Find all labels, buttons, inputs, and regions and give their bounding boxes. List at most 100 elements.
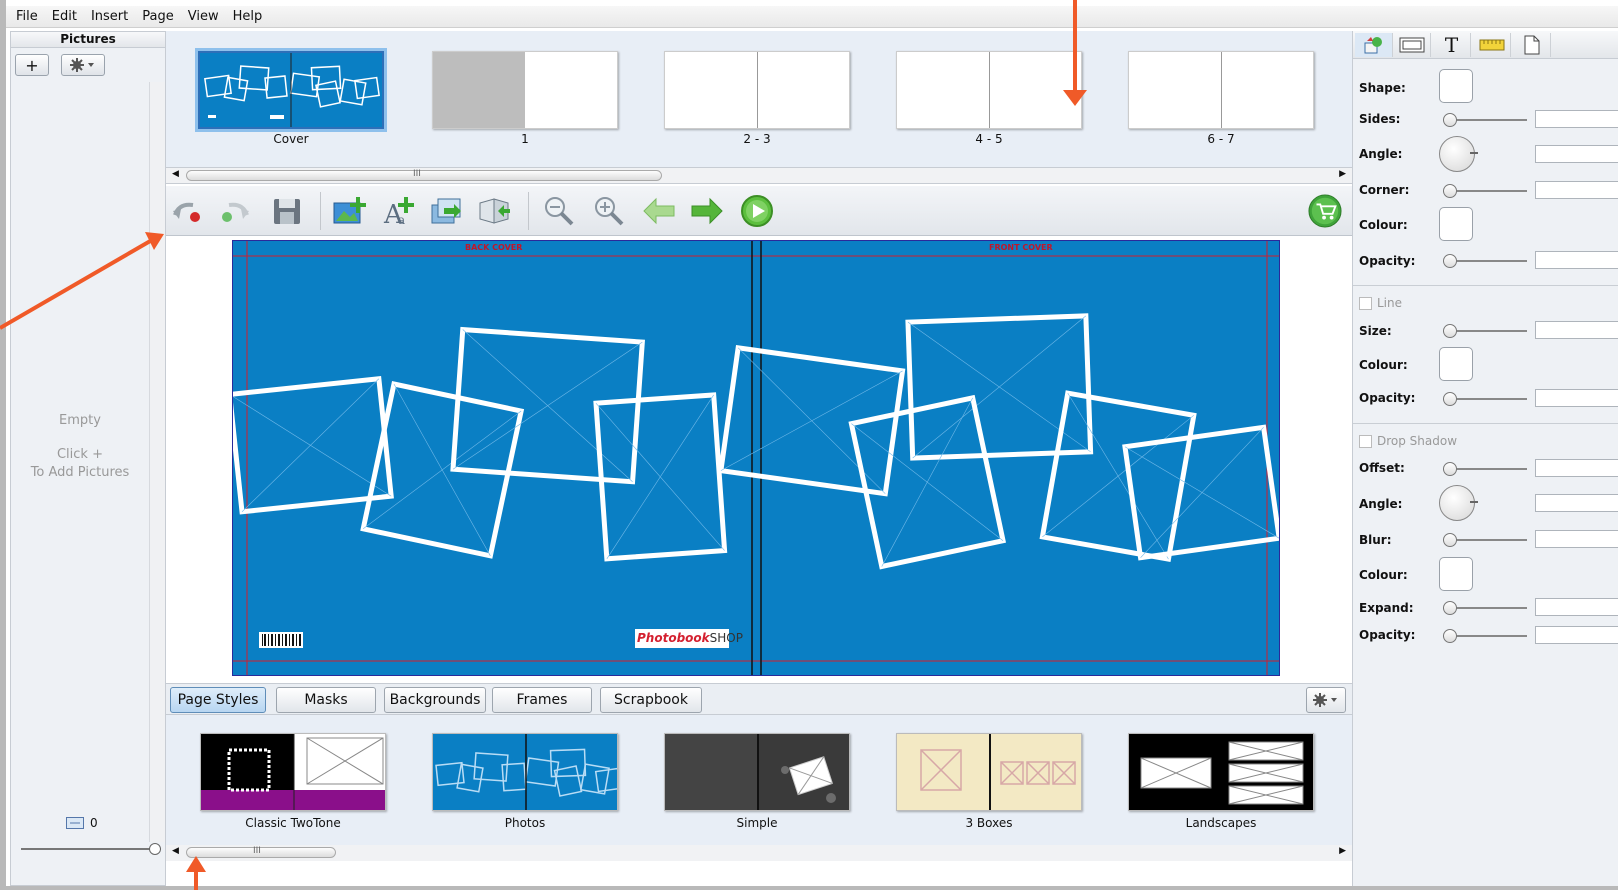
shadow-blur-input[interactable] [1535, 530, 1618, 548]
style-classic-twotone[interactable] [200, 733, 386, 811]
tab-scrapbook[interactable]: Scrapbook [600, 687, 702, 713]
tab-masks[interactable]: Masks [276, 687, 376, 713]
section-divider [1353, 423, 1618, 424]
shape-selector[interactable] [1439, 69, 1473, 103]
shadow-colour-swatch[interactable] [1439, 557, 1473, 591]
line-size-input[interactable] [1535, 321, 1618, 339]
add-text-box-button[interactable]: Aa [382, 194, 416, 228]
drop-shadow-toggle[interactable]: Drop Shadow [1359, 434, 1457, 448]
corner-slider[interactable] [1443, 184, 1527, 198]
scroll-left-icon[interactable]: ◀ [172, 846, 179, 856]
scroll-right-icon[interactable]: ▶ [1339, 846, 1346, 856]
slider-handle[interactable] [1443, 113, 1457, 127]
size-label: Size: [1359, 324, 1392, 338]
line-checkbox[interactable] [1359, 296, 1372, 310]
menu-edit[interactable]: Edit [52, 9, 77, 24]
cover-spread[interactable]: BACK COVER FRONT COVER PhotobookSHOP [232, 240, 1280, 676]
import-button[interactable] [430, 194, 464, 228]
menu-page[interactable]: Page [142, 9, 173, 24]
slider-handle[interactable] [1443, 533, 1457, 547]
add-picture-button[interactable]: + [15, 54, 49, 76]
swap-page-button[interactable] [478, 194, 512, 228]
add-picture-box-button[interactable] [332, 194, 366, 228]
sides-slider[interactable] [1443, 113, 1527, 127]
tab-page-styles[interactable]: Page Styles [170, 687, 266, 713]
shadow-offset-input[interactable] [1535, 459, 1618, 477]
slider-handle[interactable] [1443, 601, 1457, 615]
previous-page-button[interactable] [642, 194, 676, 228]
frame-tool-tab[interactable] [1393, 33, 1431, 57]
opacity-slider[interactable] [1443, 254, 1527, 268]
design-tabs: Page Styles Masks Backgrounds Frames Scr… [166, 683, 1352, 715]
opacity-input[interactable] [1535, 251, 1618, 269]
style-photos[interactable] [432, 733, 618, 811]
page-tool-tab[interactable] [1513, 33, 1551, 57]
page-thumb-cover[interactable] [198, 51, 384, 129]
menu-file[interactable]: File [16, 9, 38, 24]
page-thumb-2-3[interactable] [664, 51, 850, 129]
shadow-expand-slider[interactable] [1443, 601, 1527, 615]
editor-toolbar: Aa [166, 186, 1352, 236]
line-size-slider[interactable] [1443, 324, 1527, 338]
style-landscapes[interactable] [1128, 733, 1314, 811]
slider-handle[interactable] [1443, 392, 1457, 406]
angle-dial[interactable] [1439, 136, 1478, 172]
scroll-thumb[interactable]: III [186, 846, 336, 858]
text-tool-tab[interactable]: T [1433, 33, 1471, 57]
page-thumb-1[interactable] [432, 51, 618, 129]
drop-shadow-checkbox[interactable] [1359, 434, 1372, 448]
shadow-opacity-input[interactable] [1535, 626, 1618, 644]
slider-handle[interactable] [1443, 629, 1457, 643]
save-button[interactable] [270, 194, 304, 228]
thumbnail-size-slider[interactable] [21, 843, 161, 855]
menu-help[interactable]: Help [233, 9, 263, 24]
page-thumb-6-7[interactable] [1128, 51, 1314, 129]
tab-frames[interactable]: Frames [492, 687, 592, 713]
line-section-toggle[interactable]: Line [1359, 296, 1402, 310]
next-page-icon [691, 197, 723, 225]
style-simple[interactable] [664, 733, 850, 811]
slider-handle[interactable] [1443, 184, 1457, 198]
redo-button[interactable] [218, 194, 252, 228]
preview-button[interactable] [740, 194, 774, 228]
pictures-options-button[interactable] [61, 54, 105, 76]
menu-insert[interactable]: Insert [91, 9, 128, 24]
shadow-offset-slider[interactable] [1443, 462, 1527, 476]
line-colour-swatch[interactable] [1439, 347, 1473, 381]
tabs-options-button[interactable] [1306, 687, 1346, 713]
shadow-opacity-slider[interactable] [1443, 629, 1527, 643]
next-page-button[interactable] [690, 194, 724, 228]
slider-handle[interactable] [1443, 462, 1457, 476]
slider-handle[interactable] [149, 843, 161, 855]
shape-tool-tab[interactable] [1355, 33, 1393, 57]
scroll-thumb[interactable]: III [186, 169, 662, 181]
corner-input[interactable] [1535, 181, 1618, 199]
shadow-angle-dial[interactable] [1439, 485, 1478, 521]
zoom-out-button[interactable] [542, 194, 576, 228]
style-3-boxes[interactable] [896, 733, 1082, 811]
zoom-in-button[interactable] [592, 194, 626, 228]
shadow-expand-input[interactable] [1535, 598, 1618, 616]
slider-handle[interactable] [1443, 254, 1457, 268]
menu-view[interactable]: View [188, 9, 219, 24]
ruler-tool-tab[interactable] [1473, 33, 1511, 57]
slider-handle[interactable] [1443, 324, 1457, 338]
tab-backgrounds[interactable]: Backgrounds [384, 687, 486, 713]
fill-colour-swatch[interactable] [1439, 207, 1473, 241]
undo-button[interactable] [170, 194, 204, 228]
line-opacity-slider[interactable] [1443, 392, 1527, 406]
page-thumb-4-5[interactable] [896, 51, 1082, 129]
styles-scrollbar[interactable]: ◀ III ▶ [166, 845, 1352, 861]
thumbnails-scrollbar[interactable]: ◀ III ▶ [166, 168, 1352, 184]
angle-input[interactable] [1535, 145, 1618, 163]
order-cart-button[interactable] [1308, 194, 1342, 228]
colour-label: Colour: [1359, 218, 1408, 232]
pictures-scrollbar[interactable] [149, 82, 165, 842]
logo-brand: Photobook [637, 631, 710, 645]
scroll-right-icon[interactable]: ▶ [1339, 169, 1346, 179]
scroll-left-icon[interactable]: ◀ [172, 169, 179, 179]
line-opacity-input[interactable] [1535, 389, 1618, 407]
shadow-blur-slider[interactable] [1443, 533, 1527, 547]
sides-input[interactable] [1535, 110, 1618, 128]
shadow-angle-input[interactable] [1535, 494, 1618, 512]
